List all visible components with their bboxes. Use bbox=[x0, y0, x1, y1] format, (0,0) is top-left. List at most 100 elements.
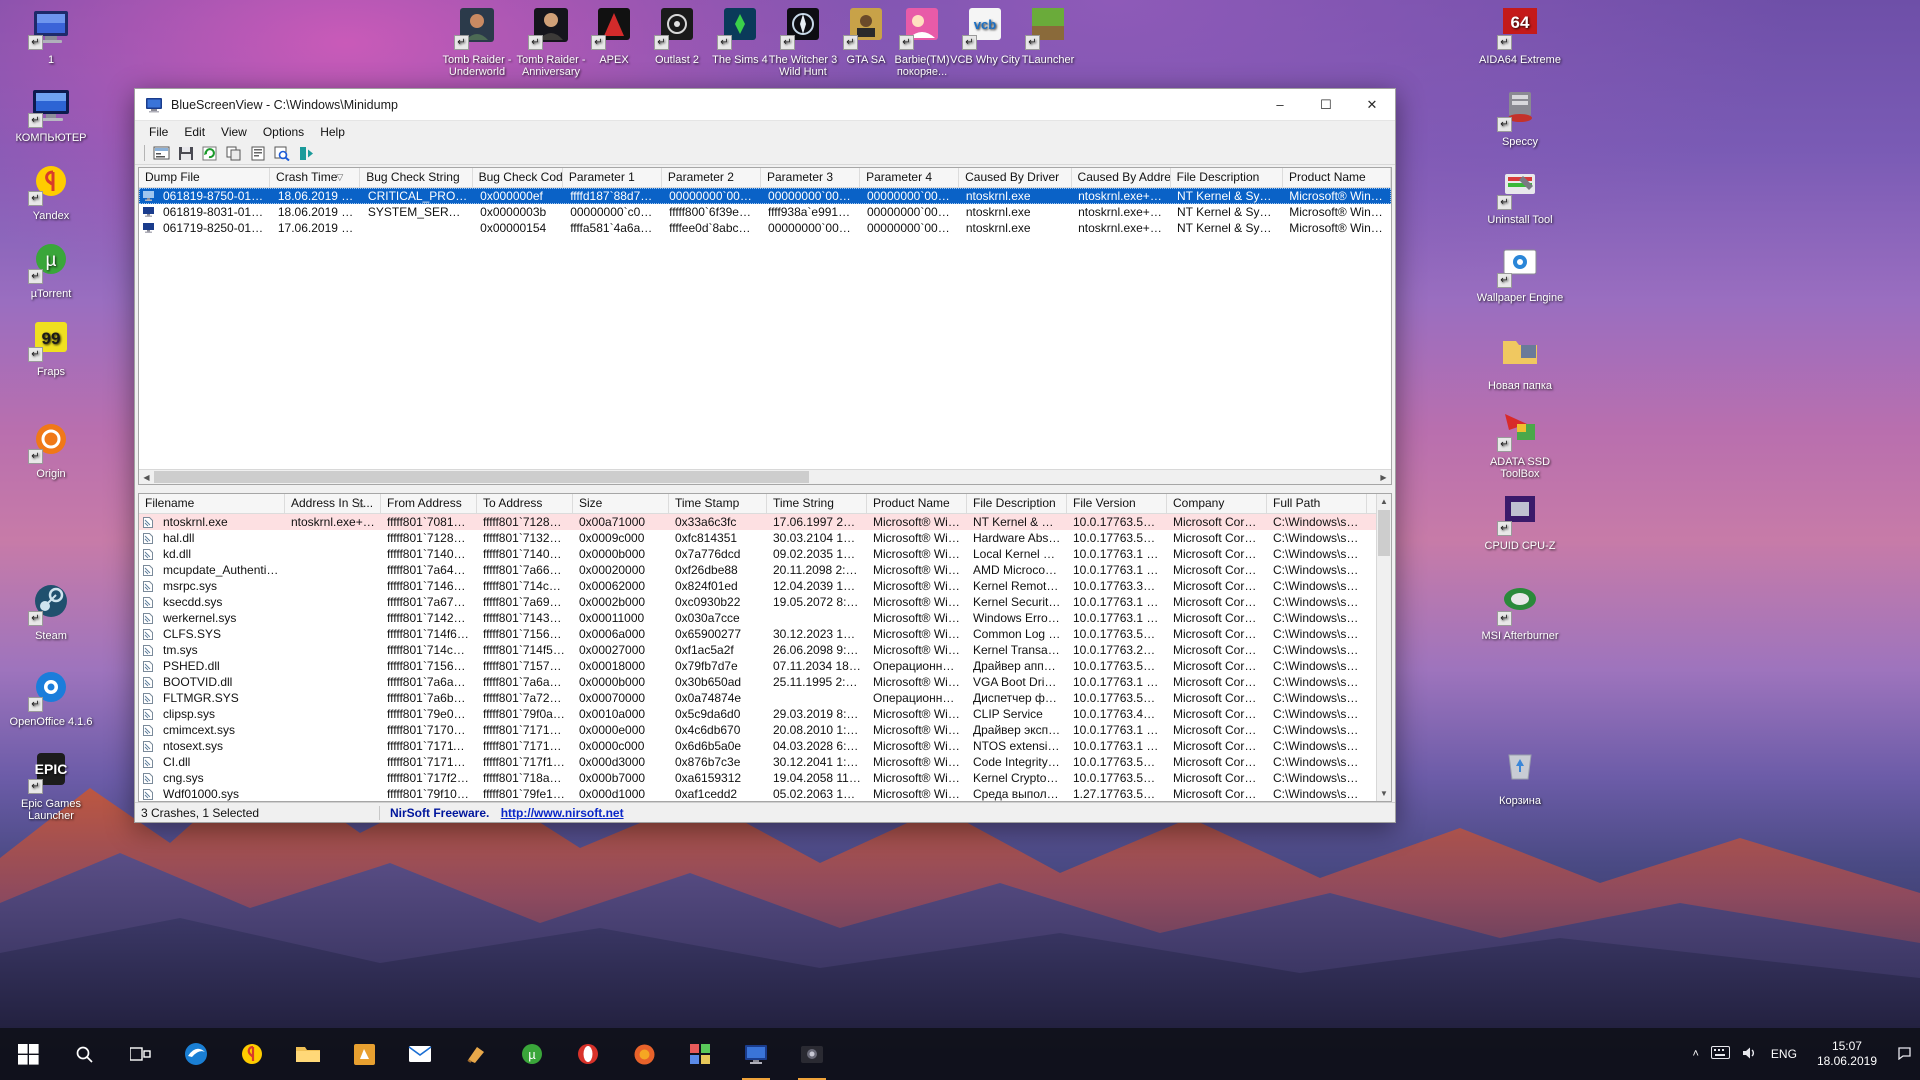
search-button[interactable] bbox=[56, 1028, 112, 1080]
crash-col-header[interactable]: Parameter 3 bbox=[761, 168, 861, 187]
table-row[interactable]: cmimcext.sys fffff801`71702000 fffff801`71… bbox=[139, 722, 1376, 738]
volume-icon[interactable] bbox=[1742, 1046, 1759, 1063]
taskbar-opera[interactable] bbox=[560, 1028, 616, 1080]
desktop-icon-new-folder[interactable]: Новая папка bbox=[1472, 330, 1568, 392]
menu-item-file[interactable]: File bbox=[141, 123, 176, 141]
crash-col-header[interactable]: File Description bbox=[1171, 168, 1283, 187]
desktop-icon-wallpaper-engine[interactable]: Wallpaper Engine bbox=[1472, 242, 1568, 304]
desktop-icon-speccy[interactable]: Speccy bbox=[1472, 86, 1568, 148]
table-row[interactable]: Wdf01000.sys fffff801`79f10000 fffff801`79… bbox=[139, 786, 1376, 801]
vscroll-thumb[interactable] bbox=[1378, 510, 1390, 556]
driver-col-header[interactable]: Filename bbox=[139, 494, 285, 513]
taskbar-utorrent[interactable]: µ bbox=[504, 1028, 560, 1080]
menu-item-options[interactable]: Options bbox=[255, 123, 312, 141]
table-row[interactable]: mcupdate_AuthenticAMD.dll fffff801`7a6400… bbox=[139, 562, 1376, 578]
driver-list-body[interactable]: ntoskrnl.exe ntoskrnl.exe+88d9... fffff801… bbox=[139, 514, 1391, 801]
menu-item-edit[interactable]: Edit bbox=[176, 123, 213, 141]
window-titlebar[interactable]: BlueScreenView - C:\Windows\Minidump – ☐… bbox=[135, 89, 1395, 121]
driver-col-header[interactable]: Product Name bbox=[867, 494, 967, 513]
menu-item-help[interactable]: Help bbox=[312, 123, 353, 141]
desktop-icon-epic-games[interactable]: EPIC Epic Games Launcher bbox=[3, 748, 99, 822]
table-row[interactable]: 061719-8250-01.dmp 17.06.2019 23:49:27 0x0… bbox=[139, 220, 1391, 236]
table-row[interactable]: kd.dll fffff801`71400000 fffff801`7140b000… bbox=[139, 546, 1376, 562]
maximize-button[interactable]: ☐ bbox=[1303, 89, 1349, 121]
nirsoft-link[interactable]: http://www.nirsoft.net bbox=[501, 806, 624, 820]
table-row[interactable]: BOOTVID.dll fffff801`7a6a0000 fffff801`7a6… bbox=[139, 674, 1376, 690]
report-icon[interactable] bbox=[247, 144, 268, 163]
crash-col-header[interactable]: Product Name bbox=[1283, 168, 1391, 187]
desktop-icon-steam[interactable]: Steam bbox=[3, 580, 99, 642]
scroll-up-icon[interactable]: ▲ bbox=[1377, 494, 1391, 509]
scroll-down-icon[interactable]: ▼ bbox=[1377, 786, 1391, 801]
crash-col-header[interactable]: Bug Check Code bbox=[473, 168, 563, 187]
language-indicator[interactable]: ENG bbox=[1771, 1047, 1797, 1061]
table-row[interactable]: clipsp.sys fffff801`79e00000 fffff801`79f0… bbox=[139, 706, 1376, 722]
save-icon[interactable] bbox=[175, 144, 196, 163]
driver-col-header[interactable]: Time String bbox=[767, 494, 867, 513]
crash-col-header[interactable]: Parameter 4 bbox=[860, 168, 960, 187]
taskbar-photos[interactable] bbox=[784, 1028, 840, 1080]
driver-col-header[interactable]: Full Path bbox=[1267, 494, 1367, 513]
taskbar-yandex[interactable] bbox=[224, 1028, 280, 1080]
find-icon[interactable] bbox=[271, 144, 292, 163]
taskbar-mail[interactable] bbox=[392, 1028, 448, 1080]
driver-col-header[interactable]: To Address bbox=[477, 494, 573, 513]
desktop-icon-utorrent[interactable]: µ µTorrent bbox=[3, 238, 99, 300]
table-row[interactable]: tm.sys fffff801`714ce000 fffff801`714f5000… bbox=[139, 642, 1376, 658]
crash-col-header[interactable]: Parameter 2 bbox=[662, 168, 761, 187]
desktop-icon-origin[interactable]: Origin bbox=[3, 418, 99, 480]
crash-col-header[interactable]: Bug Check String bbox=[360, 168, 473, 187]
table-row[interactable]: werkernel.sys fffff801`7142e000 fffff801`7… bbox=[139, 610, 1376, 626]
desktop-icon-openoffice[interactable]: OpenOffice 4.1.6 bbox=[3, 666, 99, 728]
tray-expand-icon[interactable]: ˄ bbox=[1692, 1048, 1698, 1060]
task-view-button[interactable] bbox=[112, 1028, 168, 1080]
exit-icon[interactable] bbox=[295, 144, 316, 163]
crash-list-hscrollbar[interactable]: ◀ ▶ bbox=[139, 469, 1391, 484]
crash-col-header[interactable]: Crash Time ▽ bbox=[270, 168, 361, 187]
taskbar-bluescreenview[interactable] bbox=[728, 1028, 784, 1080]
driver-col-header[interactable]: File Description bbox=[967, 494, 1067, 513]
properties-icon[interactable] bbox=[151, 144, 172, 163]
hscroll-track[interactable] bbox=[154, 470, 1376, 484]
driver-col-header[interactable]: Size bbox=[573, 494, 669, 513]
driver-col-header[interactable]: Address In St... △ bbox=[285, 494, 381, 513]
driver-list-header[interactable]: Filename Address In St... △ From Address To … bbox=[139, 494, 1391, 514]
taskbar-clock[interactable]: 15:07 18.06.2019 bbox=[1809, 1039, 1885, 1069]
driver-col-header[interactable]: Company bbox=[1167, 494, 1267, 513]
table-row[interactable]: msrpc.sys fffff801`7146b000 fffff801`714cd… bbox=[139, 578, 1376, 594]
copy-icon[interactable] bbox=[223, 144, 244, 163]
driver-list-vscrollbar[interactable]: ▲ ▼ bbox=[1376, 494, 1391, 801]
crash-col-header[interactable]: Parameter 1 bbox=[563, 168, 662, 187]
menu-item-view[interactable]: View bbox=[213, 123, 255, 141]
driver-list-view[interactable]: Filename Address In St... △ From Address To … bbox=[138, 493, 1392, 802]
desktop-icon-aida64[interactable]: 64 AIDA64 Extreme bbox=[1472, 4, 1568, 66]
desktop-icon-msi-afterburner[interactable]: MSI Afterburner bbox=[1472, 580, 1568, 642]
desktop-icon-cpuz[interactable]: CPUID CPU-Z bbox=[1472, 490, 1568, 552]
table-row[interactable]: cng.sys fffff801`717f2000 fffff801`718a900… bbox=[139, 770, 1376, 786]
taskbar-edge[interactable] bbox=[168, 1028, 224, 1080]
driver-col-header[interactable]: File Version bbox=[1067, 494, 1167, 513]
desktop-icon-adata-ssd-toolbox[interactable]: ADATA SSD ToolBox bbox=[1472, 406, 1568, 480]
desktop-icon-my-computer[interactable]: КОМПЬЮТЕР bbox=[3, 82, 99, 144]
table-row[interactable]: ksecdd.sys fffff801`7a670000 fffff801`7a69… bbox=[139, 594, 1376, 610]
table-row[interactable]: CLFS.SYS fffff801`714f6000 fffff801`715600… bbox=[139, 626, 1376, 642]
table-row[interactable]: 061819-8750-01.dmp 18.06.2019 15:03:57 CRI… bbox=[139, 188, 1391, 204]
table-row[interactable]: ntosext.sys fffff801`71711000 fffff801`717… bbox=[139, 738, 1376, 754]
desktop-icon-tlauncher[interactable]: TLauncher bbox=[1000, 4, 1096, 66]
crash-list-body[interactable]: 061819-8750-01.dmp 18.06.2019 15:03:57 CRI… bbox=[139, 188, 1391, 236]
notifications-icon[interactable] bbox=[1897, 1045, 1912, 1063]
taskbar-explorer[interactable] bbox=[280, 1028, 336, 1080]
hscroll-thumb[interactable] bbox=[154, 471, 809, 483]
taskbar-app[interactable] bbox=[672, 1028, 728, 1080]
keyboard-icon[interactable] bbox=[1710, 1046, 1730, 1062]
table-row[interactable]: CI.dll fffff801`7171e000 fffff801`717f1000… bbox=[139, 754, 1376, 770]
table-row[interactable]: ntoskrnl.exe ntoskrnl.exe+88d9... fffff801… bbox=[139, 514, 1376, 530]
driver-col-header[interactable]: Time Stamp bbox=[669, 494, 767, 513]
desktop-icon-computer[interactable]: 1 bbox=[3, 4, 99, 66]
table-row[interactable]: 061819-8031-01.dmp 18.06.2019 0:05:44 SYST… bbox=[139, 204, 1391, 220]
crash-col-header[interactable]: Caused By Driver bbox=[959, 168, 1072, 187]
taskbar-store[interactable] bbox=[336, 1028, 392, 1080]
table-row[interactable]: hal.dll fffff801`71284000 fffff801`7132000… bbox=[139, 530, 1376, 546]
start-button[interactable] bbox=[0, 1028, 56, 1080]
crash-list-view[interactable]: Dump File Crash Time ▽ Bug Check String Bug … bbox=[138, 167, 1392, 485]
